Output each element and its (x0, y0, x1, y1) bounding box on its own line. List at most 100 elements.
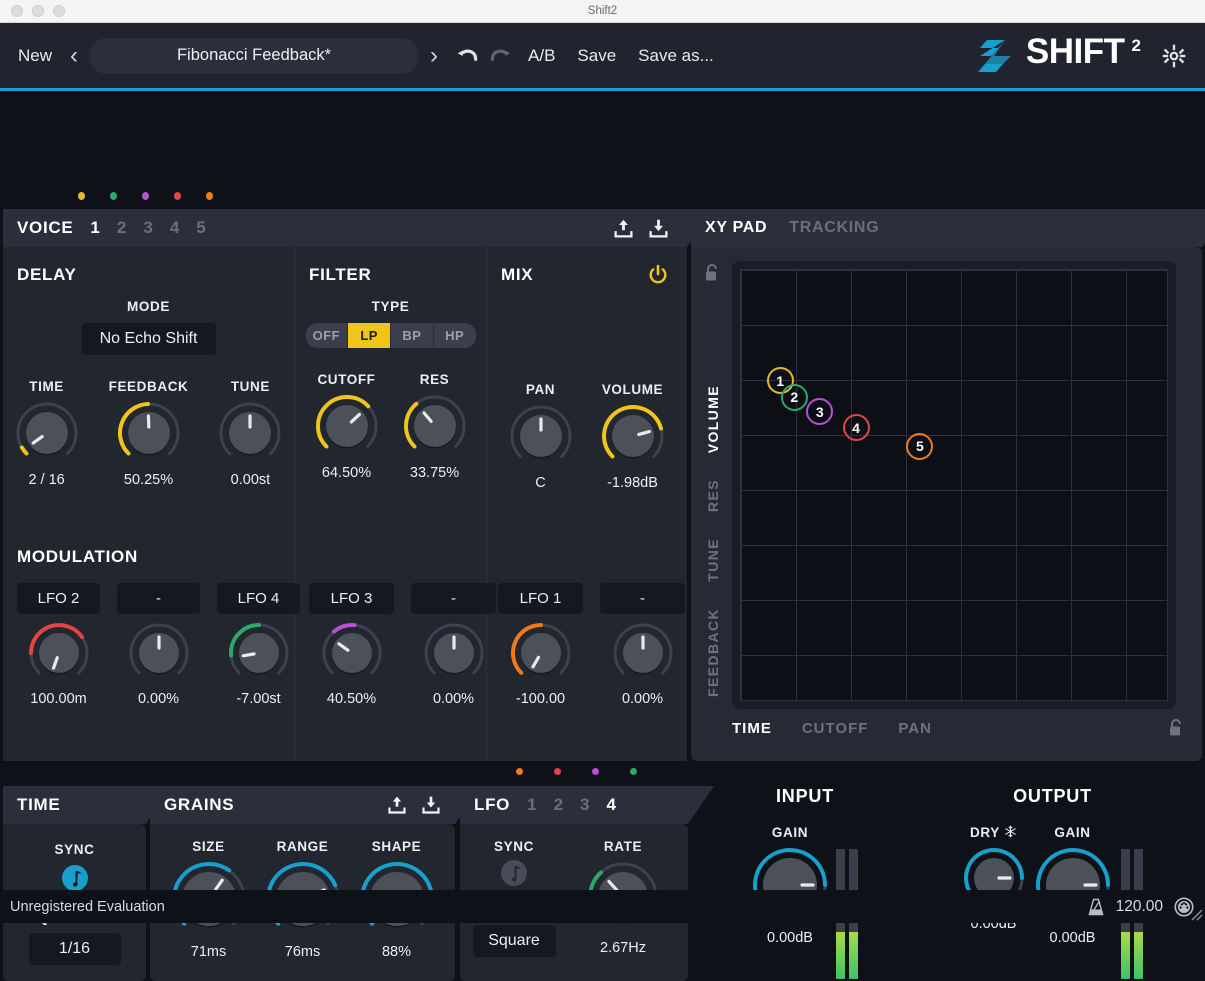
time-panel-title: TIME (17, 795, 60, 815)
logo-superscript: 2 (1132, 36, 1141, 56)
voice-tab-2[interactable]: 2 (117, 218, 126, 238)
preset-name-field[interactable]: Fibonacci Feedback* (89, 38, 419, 74)
knob-dial[interactable] (321, 622, 383, 684)
voice-tab-1[interactable]: 1 (90, 218, 99, 238)
modulation-source-select[interactable]: - (600, 583, 685, 614)
lfo-tab-2[interactable]: 2 (554, 795, 563, 815)
knob-dial[interactable] (28, 622, 90, 684)
quantize-select[interactable]: 1/16 (29, 933, 121, 965)
delay-knobs: TIME 2 / 16FEEDBACK 50.25%TUNE 0.00st (3, 379, 294, 488)
knob-dial[interactable] (509, 404, 573, 468)
knob-dial[interactable] (403, 394, 467, 458)
modulation-source-select[interactable]: LFO 2 (17, 583, 100, 614)
prev-preset-icon[interactable]: ‹ (66, 44, 82, 68)
lfo-dot (554, 768, 561, 775)
note-icon[interactable] (501, 860, 527, 886)
time-panel: TIME SYNC QUANTIZE 1/16 (3, 786, 146, 981)
redo-icon[interactable] (488, 43, 514, 69)
knob-value: -100.00 (516, 691, 565, 707)
voice-tabs[interactable]: 12345 (73, 218, 205, 238)
modulation-slot: LFO 4 -7.00st (217, 583, 300, 707)
modulation-source-select[interactable]: - (411, 583, 496, 614)
xy-node-3[interactable]: 3 (806, 398, 833, 425)
voice-tab-3[interactable]: 3 (143, 218, 152, 238)
xy-x-axis-time[interactable]: TIME (732, 720, 772, 737)
xy-tabs[interactable]: XY PAD TRACKING (705, 219, 879, 237)
xy-node-2[interactable]: 2 (781, 384, 808, 411)
voice-io-icons[interactable] (613, 218, 669, 239)
xy-x-axis-cutoff[interactable]: CUTOFF (802, 720, 869, 737)
upload-icon[interactable] (613, 218, 634, 239)
new-preset-button[interactable]: New (18, 46, 52, 66)
upload-icon[interactable] (387, 795, 407, 815)
resize-grip-icon[interactable] (1189, 907, 1203, 921)
next-preset-icon[interactable]: › (426, 44, 442, 68)
lfo-indicator-dots (516, 768, 637, 775)
knob-dial[interactable] (218, 401, 282, 465)
filter-type-bp[interactable]: BP (391, 323, 434, 348)
modulation-source-select[interactable]: LFO 3 (309, 583, 394, 614)
knob-dial[interactable] (423, 622, 485, 684)
save-button[interactable]: Save (577, 46, 616, 66)
knob-dial[interactable] (15, 401, 79, 465)
undo-icon[interactable] (454, 43, 480, 69)
voice-tab-4[interactable]: 4 (170, 218, 179, 238)
lfo-tab-3[interactable]: 3 (580, 795, 589, 815)
gear-icon[interactable] (1161, 43, 1187, 69)
filter-type-off[interactable]: OFF (306, 323, 349, 348)
xy-y-axis-feedback[interactable]: FEEDBACK (705, 608, 721, 697)
xy-grid[interactable]: 12345 (740, 269, 1168, 701)
knob-control: -7.00st (228, 622, 290, 707)
xy-y-axis-res[interactable]: RES (705, 479, 721, 512)
download-icon[interactable] (648, 218, 669, 239)
xy-y-axis-tune[interactable]: TUNE (705, 538, 721, 582)
knob-dial[interactable] (315, 394, 379, 458)
xy-y-axis-selectors[interactable]: VOLUME RES TUNE FEEDBACK (697, 261, 729, 709)
xy-node-5[interactable]: 5 (906, 433, 933, 460)
grains-panel-title: GRAINS (164, 795, 234, 815)
voice-tab-5[interactable]: 5 (196, 218, 205, 238)
knob-dial[interactable] (228, 622, 290, 684)
snowflake-icon[interactable] (1004, 825, 1017, 838)
xy-y-axis-volume[interactable]: VOLUME (705, 385, 721, 453)
ab-compare-button[interactable]: A/B (528, 46, 555, 66)
lfo-tabs[interactable]: 1234 (510, 795, 616, 815)
tempo-value[interactable]: 120.00 (1116, 898, 1163, 916)
knob-dial[interactable] (128, 622, 190, 684)
knob-time: TIME 2 / 16 (15, 379, 79, 488)
filter-type-label: TYPE (295, 299, 486, 314)
lfo-tab-4[interactable]: 4 (607, 795, 616, 815)
xy-tab-xy-pad[interactable]: XY PAD (705, 219, 767, 237)
knob-label: GAIN (772, 825, 808, 840)
lfo-tab-1[interactable]: 1 (527, 795, 536, 815)
knob-dial[interactable] (510, 622, 572, 684)
xy-x-axis-pan[interactable]: PAN (898, 720, 932, 737)
lock-open-icon[interactable] (1168, 718, 1184, 738)
modulation-source-select[interactable]: - (117, 583, 200, 614)
knob-dial[interactable] (601, 404, 665, 468)
xy-grid-container[interactable]: 12345 (732, 261, 1176, 709)
modulation-source-select[interactable]: LFO 4 (217, 583, 300, 614)
xy-node-4[interactable]: 4 (843, 414, 870, 441)
knob-dial[interactable] (612, 622, 674, 684)
modulation-source-select[interactable]: LFO 1 (498, 583, 583, 614)
filter-type-hp[interactable]: HP (434, 323, 476, 348)
grains-io-icons[interactable] (387, 795, 441, 815)
status-bar: Unregistered Evaluation 120.00 (0, 890, 1205, 923)
lfo-shape-select[interactable]: Square (473, 925, 556, 957)
knob-value: -7.00st (236, 691, 280, 707)
output-section: OUTPUT DRY 0.00dB GAIN 0.00dB (905, 786, 1200, 979)
modulation-title: MODULATION (17, 547, 138, 567)
note-icon[interactable] (62, 865, 88, 891)
metronome-icon[interactable] (1086, 897, 1106, 917)
voice-dot (78, 192, 85, 200)
delay-mode-select[interactable]: No Echo Shift (82, 323, 216, 355)
filter-type-segmented[interactable]: OFFLPBPHP (306, 323, 476, 348)
download-icon[interactable] (421, 795, 441, 815)
filter-type-lp[interactable]: LP (348, 323, 391, 348)
save-as-button[interactable]: Save as... (638, 46, 714, 66)
knob-dial[interactable] (117, 401, 181, 465)
xy-tab-tracking[interactable]: TRACKING (789, 219, 879, 237)
power-icon[interactable] (646, 263, 670, 287)
bottom-row: TIME SYNC QUANTIZE 1/16 GR (0, 763, 1205, 981)
